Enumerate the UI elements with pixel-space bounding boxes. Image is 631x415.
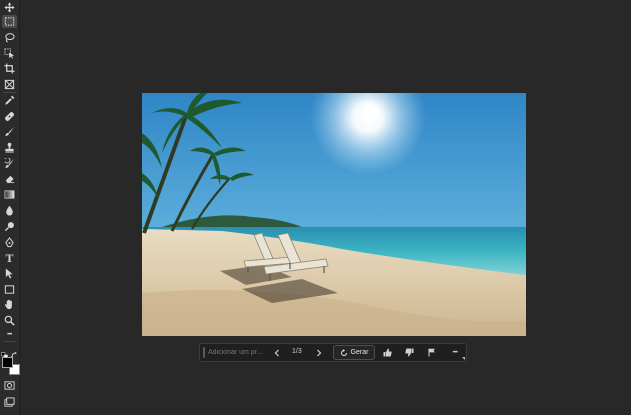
more-options-icon: •••	[452, 349, 458, 356]
brush-icon[interactable]	[2, 125, 17, 138]
spot-healing-brush-icon[interactable]	[2, 110, 17, 123]
flag-icon	[428, 348, 435, 357]
drag-handle[interactable]	[203, 347, 205, 358]
eyedropper-icon[interactable]	[2, 94, 17, 107]
contextual-task-bar: 1/3 Gerar •••	[199, 343, 467, 362]
beach-photo	[142, 93, 526, 336]
gradient-icon[interactable]	[2, 188, 17, 201]
refresh-icon	[340, 348, 347, 356]
path-selection-icon[interactable]	[2, 267, 17, 280]
blur-icon[interactable]	[2, 204, 17, 217]
resize-corner-icon	[462, 357, 465, 360]
chevron-right-icon	[317, 349, 322, 356]
next-variation-button[interactable]	[314, 346, 324, 359]
rectangle-icon[interactable]	[2, 283, 17, 296]
quick-mask-icon[interactable]	[2, 379, 17, 392]
foreground-color-swatch[interactable]	[2, 357, 13, 368]
crop-icon[interactable]	[2, 62, 17, 75]
more-tools-glyph: •••	[7, 332, 12, 338]
like-button[interactable]	[381, 346, 393, 359]
clone-stamp-icon[interactable]	[2, 141, 17, 154]
prompt-input[interactable]	[208, 346, 264, 359]
report-button[interactable]	[426, 346, 438, 359]
type-tool-glyph: T	[5, 250, 14, 265]
hand-icon[interactable]	[2, 298, 17, 311]
chevron-left-icon	[274, 349, 279, 356]
previous-variation-button[interactable]	[272, 346, 282, 359]
object-selection-icon[interactable]	[2, 47, 17, 60]
toolbar-divider	[3, 92, 16, 93]
variation-counter: 1/3	[292, 348, 302, 355]
document-canvas[interactable]	[142, 93, 526, 336]
dodge-icon[interactable]	[2, 220, 17, 233]
pen-icon[interactable]	[2, 236, 17, 249]
toolbar-divider	[3, 341, 16, 342]
generate-button[interactable]: Gerar	[333, 345, 375, 360]
eraser-icon[interactable]	[2, 172, 17, 185]
thumbs-up-icon	[383, 348, 392, 357]
generate-label: Gerar	[350, 349, 369, 356]
lasso-icon[interactable]	[2, 31, 17, 44]
more-tools-icon[interactable]: •••	[2, 330, 17, 340]
screen-mode-icon[interactable]	[2, 396, 17, 409]
dislike-button[interactable]	[403, 346, 415, 359]
default-colors-icon[interactable]	[1, 346, 8, 359]
rectangular-marquee-icon[interactable]	[2, 15, 17, 28]
type-icon[interactable]: T	[2, 251, 17, 264]
thumbs-down-icon	[404, 348, 413, 357]
more-options-button[interactable]: •••	[449, 346, 461, 359]
tools-panel: T •••	[0, 0, 20, 415]
swap-colors-icon[interactable]	[11, 346, 18, 358]
zoom-icon[interactable]	[2, 314, 17, 327]
history-brush-icon[interactable]	[2, 157, 17, 170]
frame-icon[interactable]	[2, 78, 17, 91]
move-tool-icon[interactable]	[2, 1, 17, 14]
